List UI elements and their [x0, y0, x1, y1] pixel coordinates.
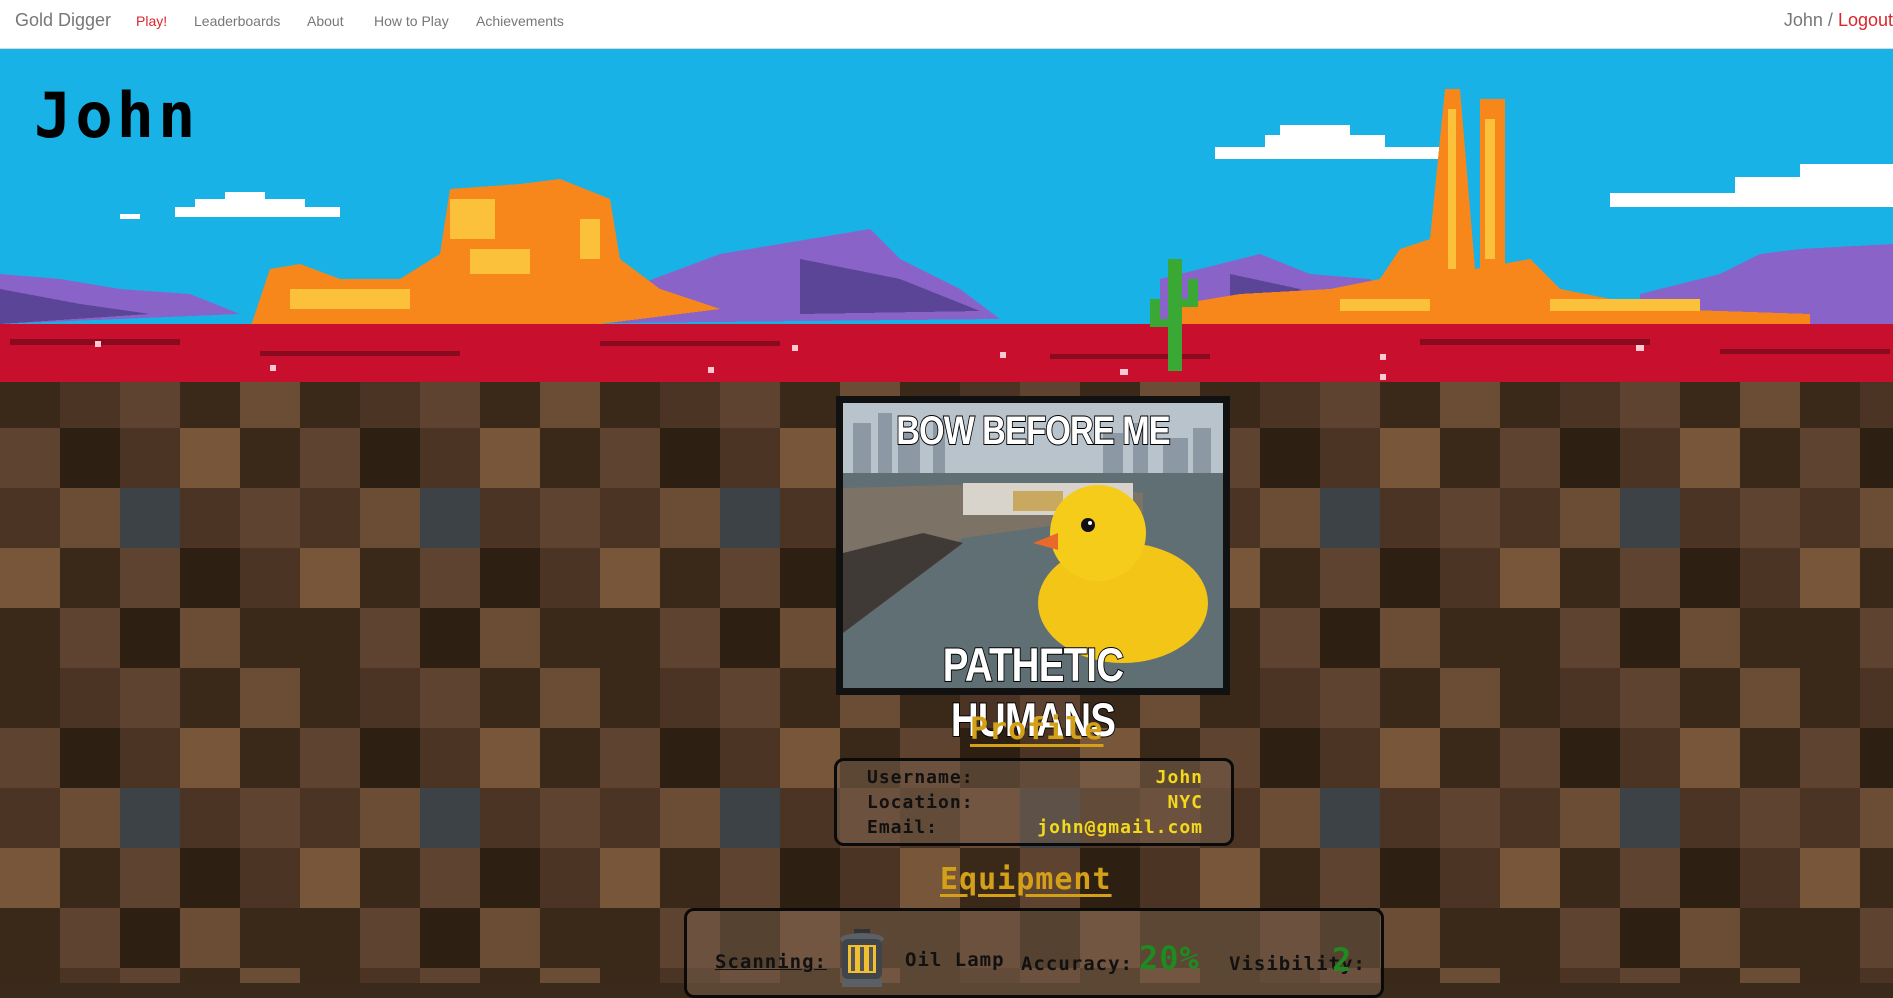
nav-separator: /: [1822, 10, 1838, 30]
desert-landscape-illustration: [0, 49, 1893, 382]
equipment-heading: Equipment: [940, 862, 1112, 897]
nav-how-to-play[interactable]: How to Play: [374, 13, 449, 29]
nav-play[interactable]: Play!: [136, 13, 167, 29]
scanning-label: Scanning:: [715, 951, 827, 973]
accuracy-label: Accuracy:: [1021, 953, 1133, 975]
profile-row-username: Username: John: [867, 767, 1203, 791]
profile-row-email: Email: john@gmail.com: [867, 817, 1203, 841]
user-area: John / Logout: [1784, 10, 1893, 31]
nav-about[interactable]: About: [307, 13, 344, 29]
username-link[interactable]: John: [1784, 10, 1823, 30]
top-navbar: Gold Digger Play! Leaderboards About How…: [0, 0, 1893, 49]
visibility-value: 2: [1332, 941, 1353, 979]
hero-banner: John: [0, 49, 1893, 382]
location-label: Location:: [867, 792, 974, 813]
profile-name-title: John: [34, 79, 200, 152]
profile-heading: Profile: [970, 712, 1104, 747]
profile-panel: Username: John Location: NYC Email: john…: [834, 758, 1234, 846]
username-value: John: [1155, 767, 1203, 788]
profile-picture: BOW BEFORE ME PATHETIC HUMANS: [836, 396, 1230, 747]
accuracy-value: 20%: [1139, 939, 1200, 977]
nav-achievements[interactable]: Achievements: [476, 13, 564, 29]
username-label: Username:: [867, 767, 974, 788]
logout-link[interactable]: Logout: [1838, 10, 1893, 30]
profile-row-location: Location: NYC: [867, 792, 1203, 816]
brand-link[interactable]: Gold Digger: [15, 10, 111, 31]
oil-lamp-icon: [840, 929, 884, 987]
email-label: Email:: [867, 817, 939, 838]
equipment-panel: Scanning: Oil Lamp Accuracy: 20% Visibil…: [684, 908, 1384, 998]
location-value: NYC: [1167, 792, 1203, 813]
meme-top-text: BOW BEFORE ME: [895, 408, 1171, 454]
equipment-item-name: Oil Lamp: [905, 949, 1005, 971]
email-value: john@gmail.com: [1037, 817, 1203, 838]
nav-leaderboards[interactable]: Leaderboards: [194, 13, 280, 29]
